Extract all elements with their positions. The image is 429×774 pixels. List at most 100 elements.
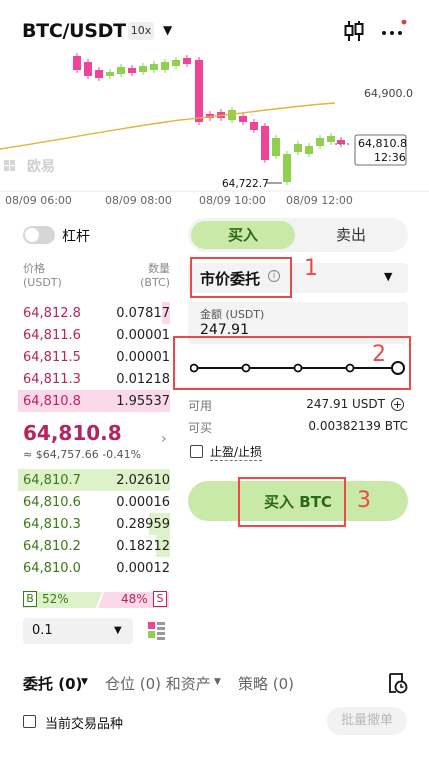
bid-row[interactable]: 64,810.7 2.02610 <box>0 469 175 491</box>
caret-down-icon[interactable]: ▼ <box>81 677 88 687</box>
countdown-text: 12:36 <box>374 151 406 164</box>
current-pair-label[interactable]: 当前交易品种 <box>45 713 123 732</box>
bid-row[interactable]: 64,810.0 0.00012 <box>0 557 175 579</box>
last-price-sub: ≈ $64,757.66 -0.41% <box>23 448 142 461</box>
row-price: 64,810.3 <box>23 517 81 532</box>
last-price-tag-text: 64,810.8 <box>358 137 407 150</box>
row-price: 64,811.3 <box>23 372 81 387</box>
candle <box>261 126 269 160</box>
time-label: 08/09 10:00 <box>199 194 266 207</box>
plus-circle-icon[interactable]: + <box>391 398 404 411</box>
annotation-number-2: 2 <box>372 342 386 367</box>
tab-orders[interactable]: 委托 (0) <box>23 673 82 694</box>
row-qty: 0.01218 <box>116 372 170 387</box>
buy-ratio-text: 52% <box>42 592 69 606</box>
candle <box>195 60 203 122</box>
row-qty: 2.02610 <box>116 473 170 488</box>
row-price: 64,811.6 <box>23 328 81 343</box>
pair-title[interactable]: BTC/USDT <box>22 20 126 42</box>
sell-ratio-text: 48% <box>121 592 148 606</box>
candle <box>305 146 313 154</box>
leverage-badge[interactable]: 10x <box>128 22 154 40</box>
candle <box>73 56 81 70</box>
candle <box>106 72 114 76</box>
row-price: 64,810.6 <box>23 495 81 510</box>
orderbook-view-icon[interactable] <box>146 620 168 642</box>
canbuy-label: 可买 <box>188 421 213 435</box>
available-label: 可用 <box>188 399 213 413</box>
sell-tag: S <box>153 591 167 607</box>
candle <box>84 62 92 76</box>
bid-row[interactable]: 64,810.6 0.00016 <box>0 491 175 513</box>
row-price: 64,811.5 <box>23 350 81 365</box>
current-pair-checkbox[interactable] <box>23 715 36 728</box>
candle <box>95 70 103 78</box>
bid-row[interactable]: 64,810.2 0.18212 <box>0 535 175 557</box>
row-price: 64,810.7 <box>23 473 81 488</box>
annotation-box-3 <box>238 477 346 527</box>
candle <box>316 138 324 146</box>
annotation-number-1: 1 <box>304 256 318 281</box>
tab-strategy[interactable]: 策略 (0) <box>238 673 294 694</box>
caret-down-icon: ▼ <box>384 270 393 283</box>
order-history-icon[interactable] <box>386 672 408 694</box>
time-label: 08/09 06:00 <box>5 194 72 207</box>
time-label: 08/09 08:00 <box>105 194 172 207</box>
ma-line <box>0 102 336 150</box>
ask-row[interactable]: 64,810.8 1.95537 <box>0 390 175 412</box>
candle <box>128 68 136 73</box>
annotation-box-1 <box>190 257 292 298</box>
candle <box>283 154 291 182</box>
toggle-knob <box>25 228 39 242</box>
row-qty: 1.95537 <box>116 394 170 409</box>
row-qty: 0.00001 <box>116 328 170 343</box>
leverage-label: 杠杆 <box>62 229 90 245</box>
amount-label: 金额 (USDT) <box>200 308 265 321</box>
watermark-text: 欧易 <box>27 158 55 175</box>
tab-buy[interactable]: 买入 <box>191 221 295 249</box>
candle <box>294 144 302 152</box>
caret-down-icon: ▼ <box>114 625 122 636</box>
candle <box>183 58 191 64</box>
row-price: 64,810.0 <box>23 561 81 576</box>
row-price: 64,812.8 <box>23 306 81 321</box>
tab-positions[interactable]: 仓位 (0) 和资产 <box>105 673 211 694</box>
tpsl-checkbox[interactable] <box>190 445 203 458</box>
caret-down-icon[interactable]: ▼ <box>214 677 221 687</box>
available-value: 247.91 USDT <box>306 397 385 411</box>
candle <box>327 136 335 142</box>
low-price-marker: 64,722.7 <box>222 178 269 190</box>
time-label: 08/09 12:00 <box>286 194 353 207</box>
chevron-right-icon[interactable]: › <box>161 431 167 447</box>
bid-row[interactable]: 64,810.3 0.28959 <box>0 513 175 535</box>
last-price: 64,810.8 <box>23 421 122 445</box>
tpsl-label[interactable]: 止盈/止损 <box>210 443 263 461</box>
candle <box>161 62 169 70</box>
row-price: 64,810.8 <box>23 394 81 409</box>
ask-row[interactable]: 64,811.6 0.00001 <box>0 324 175 346</box>
more-dots-icon[interactable] <box>380 20 408 42</box>
qty-header: 数量 (BTC) <box>140 262 170 289</box>
canbuy-value: 0.00382139 BTC <box>308 419 408 433</box>
candle <box>272 138 280 156</box>
row-qty: 0.28959 <box>116 517 170 532</box>
ask-row[interactable]: 64,811.5 0.00001 <box>0 346 175 368</box>
depth-value: 0.1 <box>32 623 53 638</box>
price-header: 价格 (USDT) <box>23 262 62 289</box>
row-qty: 0.00016 <box>116 495 170 510</box>
caret-down-icon[interactable]: ▼ <box>163 23 172 37</box>
batch-cancel-button[interactable]: 批量撤单 <box>327 707 407 735</box>
row-price: 64,810.2 <box>23 539 81 554</box>
candlestick-icon[interactable] <box>343 19 365 43</box>
watermark-logo <box>4 160 15 171</box>
row-qty: 0.00012 <box>116 561 170 576</box>
candle <box>117 67 125 74</box>
candle <box>172 60 180 66</box>
ask-row[interactable]: 64,812.8 0.07817 <box>0 302 175 324</box>
ask-row[interactable]: 64,811.3 0.01218 <box>0 368 175 390</box>
candle <box>239 116 247 122</box>
price-chart[interactable]: 欧易 64,900.0 64,810.8 12:36 64,722.7 08/0… <box>0 48 429 210</box>
row-qty: 0.00001 <box>116 350 170 365</box>
candle <box>250 122 258 130</box>
tab-sell[interactable]: 卖出 <box>296 221 406 249</box>
